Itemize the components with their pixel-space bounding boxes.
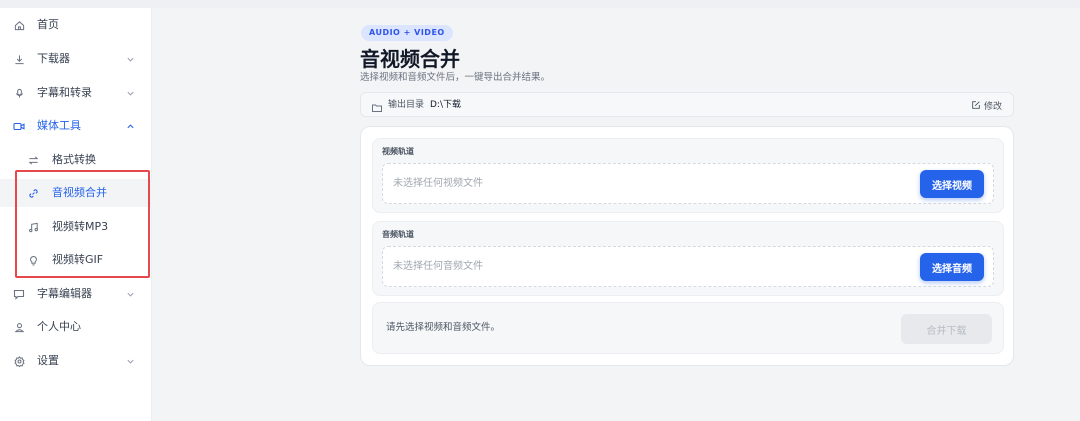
sidebar-item-label: 字幕和转录 (37, 86, 92, 99)
merge-status-text: 请先选择视频和音频文件。 (386, 322, 501, 333)
merge-card: 视频轨道 未选择任何视频文件 选择视频 音频轨道 未选择任何音频文件 选择音频 … (360, 126, 1014, 366)
merge-footer: 请先选择视频和音频文件。 合并下载 (372, 302, 1004, 354)
sidebar-item-downloader[interactable]: 下载器 (0, 45, 152, 73)
folder-icon (371, 99, 383, 112)
section-tag: AUDIO + VIDEO (361, 25, 453, 41)
microphone-icon (12, 86, 26, 100)
chevron-down-icon (124, 287, 136, 301)
audio-track-panel: 音频轨道 未选择任何音频文件 选择音频 (372, 221, 1004, 296)
music-note-icon (26, 220, 40, 234)
sidebar-item-subtitles-transcribe[interactable]: 字幕和转录 (0, 79, 152, 107)
sidebar-item-video-to-gif[interactable]: 视频转GIF (0, 246, 152, 274)
sidebar: 首页 下载器 字幕和转录 媒体工具 格式转换 音视频合并 视频转MP3 视频转G… (0, 8, 152, 421)
video-camera-icon (12, 119, 26, 133)
sidebar-item-label: 格式转换 (52, 153, 96, 166)
edit-output-button[interactable]: 修改 (971, 98, 1002, 112)
gear-icon (12, 354, 26, 368)
select-video-button[interactable]: 选择视频 (920, 170, 984, 198)
sidebar-item-label: 设置 (37, 354, 59, 367)
video-track-panel: 视频轨道 未选择任何视频文件 选择视频 (372, 138, 1004, 213)
chevron-down-icon (124, 86, 136, 100)
main-content: AUDIO + VIDEO 音视频合并 选择视频和音频文件后，一键导出合并结果。… (152, 8, 1080, 421)
audio-track-label: 音频轨道 (382, 230, 414, 239)
sidebar-item-label: 字幕编辑器 (37, 287, 92, 300)
sidebar-item-av-merge[interactable]: 音视频合并 (0, 179, 152, 207)
audio-drop-zone[interactable]: 未选择任何音频文件 选择音频 (382, 246, 994, 287)
sidebar-item-media-tools[interactable]: 媒体工具 (0, 112, 152, 140)
select-audio-button[interactable]: 选择音频 (920, 253, 984, 281)
output-directory-bar: 输出目录 D:\下载 修改 (360, 92, 1014, 117)
lightbulb-icon (26, 253, 40, 267)
sidebar-item-label: 视频转MP3 (52, 220, 109, 233)
output-directory-label: 输出目录 (388, 100, 425, 110)
sidebar-item-format-convert[interactable]: 格式转换 (0, 146, 152, 174)
sidebar-item-profile[interactable]: 个人中心 (0, 313, 152, 341)
sidebar-item-subtitle-editor[interactable]: 字幕编辑器 (0, 280, 152, 308)
home-icon (12, 18, 26, 32)
sidebar-item-label: 媒体工具 (37, 119, 81, 132)
swap-arrows-icon (26, 153, 40, 167)
edit-icon (972, 101, 980, 109)
user-icon (12, 320, 26, 334)
sidebar-item-label: 下载器 (37, 52, 70, 65)
sidebar-item-video-to-mp3[interactable]: 视频转MP3 (0, 213, 152, 241)
audio-file-placeholder: 未选择任何音频文件 (393, 261, 483, 272)
output-directory-path: D:\下载 (430, 100, 461, 110)
video-file-placeholder: 未选择任何视频文件 (393, 178, 483, 189)
link-icon (26, 186, 40, 200)
merge-download-button[interactable]: 合并下载 (901, 314, 992, 344)
video-drop-zone[interactable]: 未选择任何视频文件 选择视频 (382, 163, 994, 204)
chevron-down-icon (124, 354, 136, 368)
page-subtitle: 选择视频和音频文件后，一键导出合并结果。 (360, 72, 551, 83)
sidebar-item-label: 视频转GIF (52, 253, 104, 266)
subtitle-icon (12, 287, 26, 301)
page-title: 音视频合并 (360, 47, 460, 71)
edit-output-label: 修改 (984, 101, 1003, 112)
download-icon (12, 52, 26, 66)
top-strip (0, 0, 1080, 8)
sidebar-item-settings[interactable]: 设置 (0, 347, 152, 375)
chevron-down-icon (124, 52, 136, 66)
sidebar-item-label: 首页 (37, 18, 59, 31)
sidebar-item-label: 音视频合并 (52, 186, 107, 199)
sidebar-item-label: 个人中心 (37, 320, 81, 333)
video-track-label: 视频轨道 (382, 147, 414, 156)
sidebar-item-home[interactable]: 首页 (0, 11, 152, 39)
chevron-up-icon (124, 119, 136, 133)
